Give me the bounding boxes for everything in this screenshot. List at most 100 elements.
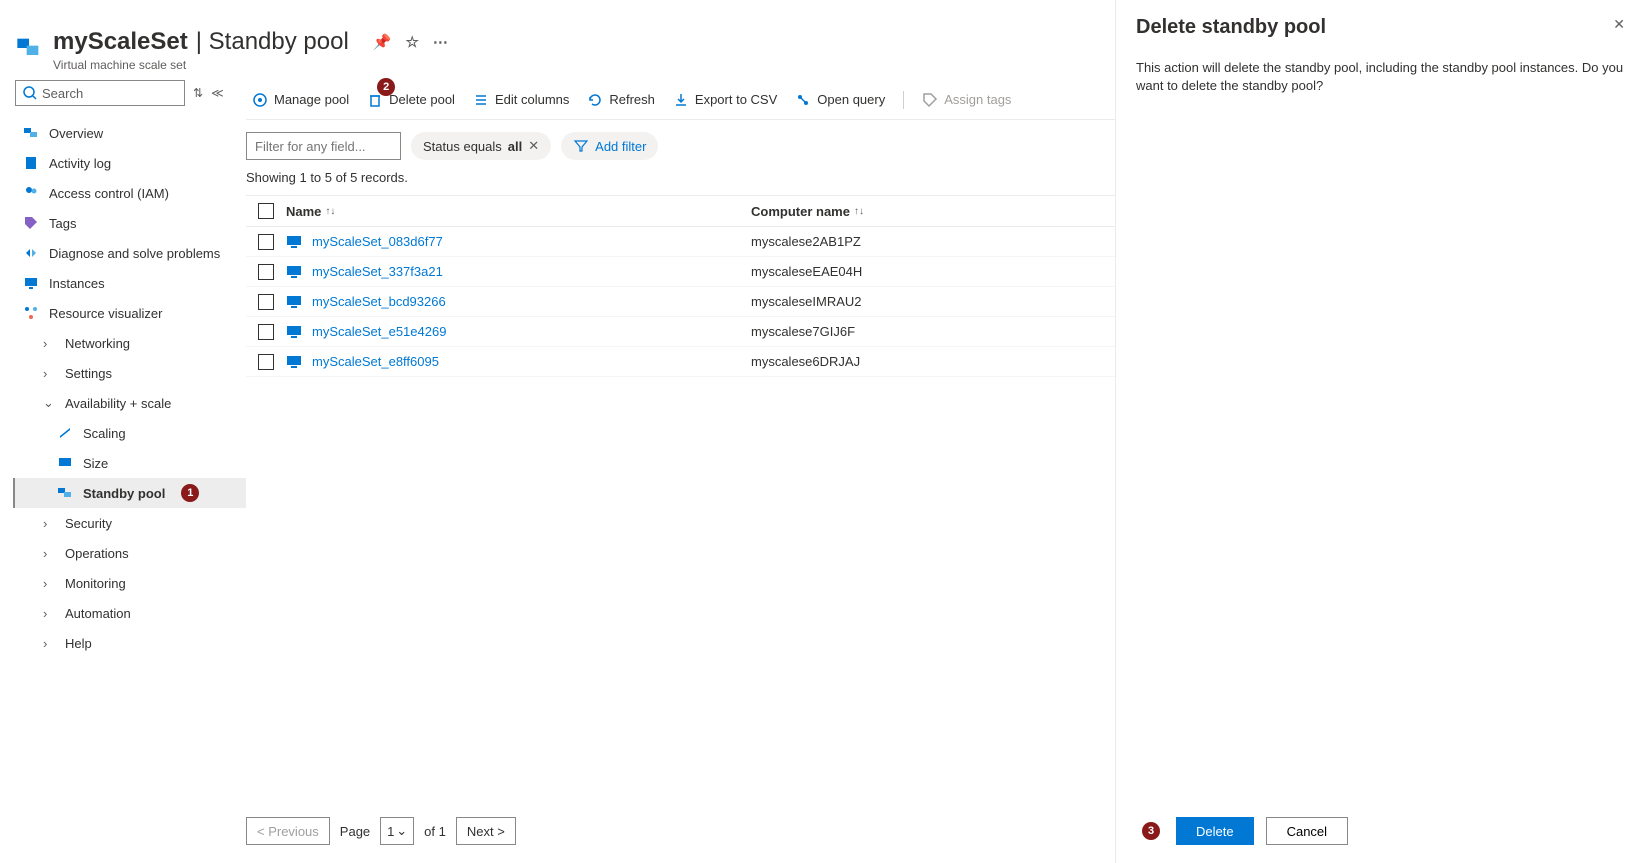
sort-icon: ↑↓: [854, 206, 864, 217]
vm-row-icon: [286, 325, 302, 339]
chevron-down-icon: ⌄: [43, 395, 55, 411]
records-count-text: Showing 1 to 5 of 5 records.: [246, 170, 1115, 185]
row-checkbox[interactable]: [258, 354, 274, 370]
computer-name: myscalese2AB1PZ: [751, 234, 1115, 249]
collapse-icon[interactable]: ≪: [211, 86, 224, 100]
nav-instances[interactable]: Instances: [15, 268, 246, 298]
instance-link[interactable]: myScaleSet_083d6f77: [312, 234, 443, 249]
computer-name: myscaleseEAE04H: [751, 264, 1115, 279]
row-checkbox[interactable]: [258, 294, 274, 310]
assign-tags-button: Assign tags: [922, 92, 1011, 108]
open-query-button[interactable]: Open query: [795, 92, 885, 108]
separator: [903, 91, 904, 109]
callout-1: 1: [181, 484, 199, 502]
delete-pool-button[interactable]: 2 Delete pool: [367, 92, 455, 108]
row-checkbox[interactable]: [258, 324, 274, 340]
row-checkbox[interactable]: [258, 264, 274, 280]
nav-tags[interactable]: Tags: [15, 208, 246, 238]
table-row: myScaleSet_e8ff6095 myscalese6DRJAJ: [246, 347, 1115, 377]
expand-icon[interactable]: ⇅: [193, 86, 203, 100]
add-filter-button[interactable]: Add filter: [561, 132, 658, 160]
nav-networking[interactable]: ›Networking: [15, 328, 246, 358]
nav-help[interactable]: ›Help: [15, 628, 246, 658]
computer-name: myscaleseIMRAU2: [751, 294, 1115, 309]
callout-3: 3: [1142, 822, 1160, 840]
nav-monitoring[interactable]: ›Monitoring: [15, 568, 246, 598]
close-icon[interactable]: ✕: [1613, 16, 1625, 33]
status-filter-pill[interactable]: Status equals all ✕: [411, 132, 551, 160]
instance-link[interactable]: myScaleSet_e8ff6095: [312, 354, 439, 369]
nav-activity[interactable]: Activity log: [15, 148, 246, 178]
main-content: Manage pool 2 Delete pool Edit columns R…: [246, 0, 1115, 863]
vm-row-icon: [286, 295, 302, 309]
nav-scaling[interactable]: Scaling: [15, 418, 246, 448]
instance-link[interactable]: myScaleSet_e51e4269: [312, 324, 446, 339]
diagnose-icon: [23, 245, 39, 261]
nav-access[interactable]: Access control (IAM): [15, 178, 246, 208]
export-csv-button[interactable]: Export to CSV: [673, 92, 777, 108]
sidebar-search[interactable]: Search: [15, 80, 185, 106]
nav-size[interactable]: Size: [15, 448, 246, 478]
sort-icon: ↑↓: [325, 206, 335, 217]
chevron-down-icon: ⌄: [396, 823, 407, 839]
column-computer[interactable]: Computer name↑↓: [751, 204, 1115, 219]
page-label: Page: [340, 824, 370, 839]
table-row: myScaleSet_e51e4269 myscalese7GIJ6F: [246, 317, 1115, 347]
computer-name: myscalese6DRJAJ: [751, 354, 1115, 369]
refresh-button[interactable]: Refresh: [587, 92, 655, 108]
chevron-right-icon: ›: [43, 366, 55, 381]
visualizer-icon: [23, 305, 39, 321]
manage-pool-button[interactable]: Manage pool: [252, 92, 349, 108]
chevron-right-icon: ›: [43, 576, 55, 591]
prev-page-button[interactable]: < Previous: [246, 817, 330, 845]
vm-icon: [23, 275, 39, 291]
row-checkbox[interactable]: [258, 234, 274, 250]
edit-columns-button[interactable]: Edit columns: [473, 92, 569, 108]
sidebar: Search ⇅ ≪ Overview Activity log Access …: [0, 0, 246, 863]
size-icon: [57, 455, 73, 471]
vm-row-icon: [286, 265, 302, 279]
page-of: of 1: [424, 824, 446, 839]
filter-field-input[interactable]: [246, 132, 401, 160]
table-row: myScaleSet_337f3a21 myscaleseEAE04H: [246, 257, 1115, 287]
nav-settings[interactable]: ›Settings: [15, 358, 246, 388]
nav-visualizer[interactable]: Resource visualizer: [15, 298, 246, 328]
tag-icon: [23, 215, 39, 231]
toolbar: Manage pool 2 Delete pool Edit columns R…: [246, 80, 1115, 120]
column-name[interactable]: Name↑↓: [286, 204, 751, 219]
vm-row-icon: [286, 355, 302, 369]
computer-name: myscalese7GIJ6F: [751, 324, 1115, 339]
chevron-right-icon: ›: [43, 546, 55, 561]
nav-operations[interactable]: ›Operations: [15, 538, 246, 568]
people-icon: [23, 185, 39, 201]
instance-link[interactable]: myScaleSet_bcd93266: [312, 294, 446, 309]
table-header: Name↑↓ Computer name↑↓: [246, 195, 1115, 227]
nav-automation[interactable]: ›Automation: [15, 598, 246, 628]
nav-standby-pool[interactable]: Standby pool1: [13, 478, 246, 508]
table-row: myScaleSet_bcd93266 myscaleseIMRAU2: [246, 287, 1115, 317]
chevron-right-icon: ›: [43, 336, 55, 351]
nav-overview[interactable]: Overview: [15, 118, 246, 148]
chevron-right-icon: ›: [43, 636, 55, 651]
instance-link[interactable]: myScaleSet_337f3a21: [312, 264, 443, 279]
scaleset-small-icon: [23, 125, 39, 141]
table-row: myScaleSet_083d6f77 myscalese2AB1PZ: [246, 227, 1115, 257]
remove-filter-icon[interactable]: ✕: [528, 138, 539, 154]
delete-button[interactable]: Delete: [1176, 817, 1254, 845]
nav-availability[interactable]: ⌄Availability + scale: [15, 388, 246, 418]
pagination: < Previous Page 1⌄ of 1 Next >: [246, 817, 516, 845]
delete-panel: Delete standby pool ✕ This action will d…: [1115, 0, 1645, 863]
scaling-icon: [57, 425, 73, 441]
chevron-right-icon: ›: [43, 606, 55, 621]
nav-diagnose[interactable]: Diagnose and solve problems: [15, 238, 246, 268]
vm-row-icon: [286, 235, 302, 249]
next-page-button[interactable]: Next >: [456, 817, 516, 845]
page-select[interactable]: 1⌄: [380, 817, 414, 845]
panel-title: Delete standby pool: [1136, 16, 1326, 39]
panel-body-text: This action will delete the standby pool…: [1136, 59, 1625, 95]
cancel-button[interactable]: Cancel: [1266, 817, 1348, 845]
select-all-checkbox[interactable]: [258, 203, 274, 219]
nav-security[interactable]: ›Security: [15, 508, 246, 538]
standby-icon: [57, 485, 73, 501]
callout-2: 2: [377, 78, 395, 96]
